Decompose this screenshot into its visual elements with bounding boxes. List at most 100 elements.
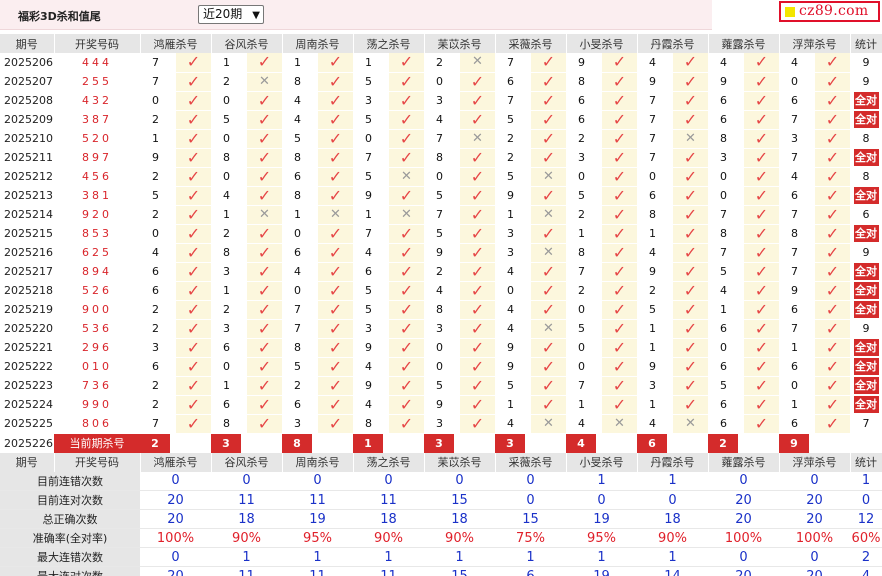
- kill-value-cell: 0: [140, 91, 176, 111]
- stat-cell: 9: [850, 72, 882, 92]
- kill-value-cell: 5: [353, 167, 389, 187]
- check-icon: ✓: [399, 90, 414, 110]
- summary-value: 0: [140, 471, 211, 491]
- kill-value-cell: 6: [708, 91, 744, 111]
- check-icon: ✓: [541, 375, 556, 395]
- check-icon: ✓: [328, 318, 343, 338]
- draw-number-cell: 736: [54, 376, 140, 396]
- check-icon: ✓: [541, 147, 556, 167]
- check-icon: ✓: [470, 261, 485, 281]
- result-cell: ✓: [460, 338, 495, 358]
- result-cell: ✓: [389, 90, 424, 111]
- check-icon: ✓: [825, 52, 840, 72]
- brand-logo[interactable]: cz89.com: [779, 1, 880, 22]
- kill-value-cell: 5: [353, 300, 389, 320]
- result-cell: ✓: [389, 376, 424, 396]
- result-cell: ✓: [318, 300, 353, 320]
- kill-value-cell: 7: [637, 148, 673, 168]
- current-kill-value: 3: [211, 433, 241, 453]
- check-icon: ✓: [257, 52, 272, 72]
- check-icon: ✓: [825, 71, 840, 91]
- check-icon: ✓: [612, 128, 627, 148]
- result-cell: ✓: [815, 395, 850, 415]
- current-period-row: 2025226 当前期杀号 2 3 8 1 3 3 4 6 2 9: [0, 433, 882, 453]
- check-icon: ✓: [612, 166, 627, 186]
- result-cell: ✓: [673, 72, 708, 92]
- result-cell: ✓: [318, 148, 353, 168]
- kill-value-cell: 4: [779, 53, 815, 73]
- check-icon: ✓: [399, 261, 414, 281]
- check-icon: ✓: [186, 242, 201, 262]
- check-icon: ✓: [754, 204, 769, 224]
- result-cell: ✓: [460, 242, 495, 263]
- result-cell: ✓: [673, 280, 708, 301]
- table-row: 2025222 010 6 ✓ 0 ✓ 5 ✓ 4 ✓ 0 ✓ 9 ✓ 0 ✓ 9 ✓ 6 ✓ 6 ✓ 全对: [0, 356, 882, 377]
- summary-value: 15: [495, 509, 566, 529]
- check-icon: ✓: [754, 356, 769, 376]
- result-cell: ✓: [176, 394, 211, 415]
- check-icon: ✓: [612, 280, 627, 300]
- kill-value-cell: 4: [637, 243, 673, 263]
- check-icon: ✓: [541, 299, 556, 319]
- kill-value-cell: 2: [211, 72, 247, 92]
- result-cell: ✕: [460, 129, 495, 149]
- stat-cell: 6: [850, 205, 882, 225]
- check-icon: ✓: [612, 242, 627, 262]
- summary-value: 1: [850, 471, 882, 491]
- kill-value-cell: 5: [282, 129, 318, 149]
- kill-value-cell: 5: [495, 110, 531, 130]
- summary-value: 2: [850, 547, 882, 567]
- result-cell: ✓: [815, 300, 850, 320]
- draw-number-cell: 536: [54, 319, 140, 339]
- result-cell: ✓: [247, 166, 282, 187]
- result-cell: ✓: [602, 128, 637, 149]
- result-cell: ✓: [318, 338, 353, 358]
- cross-icon: ✕: [401, 206, 412, 222]
- summary-value: 1: [211, 547, 282, 567]
- summary-value: 1: [495, 547, 566, 567]
- check-icon: ✓: [186, 394, 201, 414]
- check-icon: ✓: [754, 71, 769, 91]
- check-icon: ✓: [683, 337, 698, 357]
- check-icon: ✓: [470, 242, 485, 262]
- check-icon: ✓: [257, 166, 272, 186]
- summary-value: 0: [211, 471, 282, 491]
- cross-icon: ✕: [401, 168, 412, 184]
- result-cell: ✓: [318, 186, 353, 206]
- check-icon: ✓: [754, 109, 769, 129]
- period-select[interactable]: 近20期 ▼: [198, 5, 264, 24]
- result-cell: ✓: [602, 262, 637, 282]
- kill-value-cell: 0: [779, 72, 815, 92]
- check-icon: ✓: [186, 318, 201, 338]
- result-cell: ✓: [460, 224, 495, 244]
- column-header: 期号: [0, 452, 55, 472]
- kill-value-cell: 3: [424, 319, 460, 339]
- kill-value-cell: 1: [708, 300, 744, 320]
- current-label: 当前期杀号: [54, 433, 140, 453]
- draw-number-cell: 920: [54, 205, 140, 225]
- top-bar: 福彩3D杀和值尾 近20期 ▼ cz89.com: [0, 0, 882, 30]
- check-icon: ✓: [825, 337, 840, 357]
- kill-value-cell: 0: [637, 167, 673, 187]
- kill-value-cell: 2: [566, 281, 602, 301]
- kill-value-cell: 9: [424, 243, 460, 263]
- all-correct-badge: 全对: [853, 263, 879, 280]
- cross-icon: ✕: [259, 73, 270, 89]
- current-kill-value: 6: [637, 433, 667, 453]
- result-cell: ✓: [247, 186, 282, 206]
- result-cell: ✓: [318, 167, 353, 187]
- check-icon: ✓: [754, 90, 769, 110]
- result-cell: ✓: [318, 414, 353, 434]
- result-cell: ✓: [389, 72, 424, 92]
- result-cell: ✓: [460, 72, 495, 92]
- stat-cell: 9: [850, 243, 882, 263]
- summary-row: 最大连对次数20111111156191420204: [0, 566, 882, 576]
- kill-value-cell: 0: [282, 281, 318, 301]
- issue-cell: 2025224: [0, 395, 54, 415]
- check-icon: ✓: [399, 185, 414, 205]
- check-icon: ✓: [683, 280, 698, 300]
- draw-number-cell: 897: [54, 148, 140, 168]
- current-kill-value: 1: [353, 433, 383, 453]
- check-icon: ✓: [257, 299, 272, 319]
- kill-value-cell: 3: [353, 319, 389, 339]
